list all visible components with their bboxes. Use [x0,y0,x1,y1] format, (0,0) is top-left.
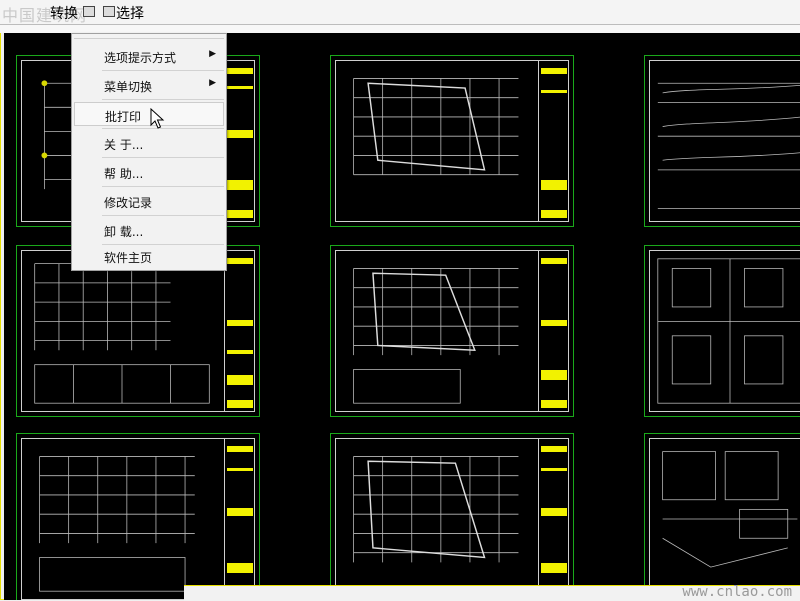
menu-separator [102,215,224,216]
menu-bar: 中国建筑网 转换 选择 [0,0,800,25]
menu-select[interactable]: 选择 [116,3,144,23]
grid-icon [103,6,115,17]
title-block [538,60,569,222]
title-block [538,250,569,412]
menu-item-label: 修改记录 [104,196,153,210]
menu-separator [102,157,224,158]
submenu-arrow-icon: ▶ [209,78,216,88]
drawing-sheet[interactable] [644,55,800,227]
title-block [224,60,255,222]
menu-item-batch-print[interactable]: 批打印 [74,102,224,126]
menu-separator [102,70,224,71]
menu-item-label: 选项提示方式 [104,51,177,65]
menu-item-uninstall[interactable]: 卸 载... [74,218,224,242]
mouse-cursor-icon [150,108,165,129]
drawing-sheet[interactable] [330,433,574,600]
section-drawing [653,64,800,218]
menu-item-switch-menu[interactable]: 菜单切换 ▶ [74,73,224,97]
menu-separator [102,99,224,100]
menu-item-homepage[interactable]: 软件主页 [74,244,224,268]
menu-item-label: 批打印 [105,110,142,124]
menu-item-label: 关 于... [104,138,144,152]
title-block [538,438,569,600]
window-icon [83,6,95,17]
menu-item-label: 卸 载... [104,225,144,239]
drawing-sheet[interactable] [644,245,800,417]
drawing-sheet[interactable] [16,433,260,600]
menu-separator [74,38,224,39]
menu-item-help[interactable]: 帮 助... [74,160,224,184]
menu-item-about[interactable]: 关 于... [74,131,224,155]
title-block [224,250,255,412]
menu-item-label: 软件主页 [104,251,153,265]
drawing-sheet[interactable] [644,433,800,600]
drawing-sheet[interactable] [330,245,574,417]
menu-item-changelog[interactable]: 修改记录 [74,189,224,213]
title-block [224,438,255,600]
drawing-sheet[interactable] [330,55,574,227]
plan-drawing [25,442,219,596]
plan-drawing [339,64,533,218]
plan-drawing [339,254,533,408]
menu-item-label: 帮 助... [104,167,144,181]
menu-separator [102,186,224,187]
status-bar: www.cnlao.com [184,584,800,601]
toolbar-strip [0,25,800,33]
site-watermark: www.cnlao.com [682,584,792,600]
submenu-arrow-icon: ▶ [209,49,216,59]
menu-item-label: 菜单切换 [104,80,153,94]
menu-convert[interactable]: 转换 [50,3,78,23]
menu-item-hint-mode[interactable]: 选项提示方式 ▶ [74,44,224,68]
plan-drawing [339,442,533,596]
plan-drawing [25,254,219,408]
context-menu: 选项提示方式 ▶ 菜单切换 ▶ 批打印 关 于... 帮 助... 修改记录 卸… [71,33,227,271]
detail-drawing [653,442,800,596]
detail-drawing [653,254,800,408]
